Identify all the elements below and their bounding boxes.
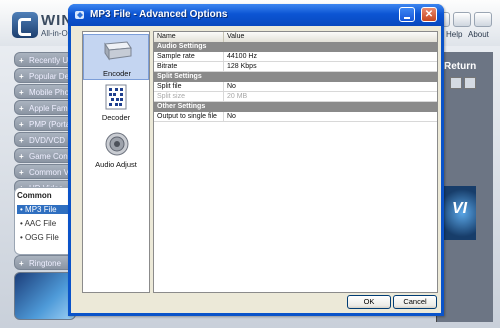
sidebar-item-common-video[interactable]: Common V — [14, 164, 74, 179]
category-panel: Encoder Decoder Audio Adjust — [82, 31, 150, 293]
cancel-button[interactable]: Cancel — [393, 295, 437, 309]
category-audio-settings: Audio Settings — [154, 42, 437, 52]
sidebar-item-dvd-vcd[interactable]: DVD/VCD — [14, 132, 74, 147]
nav-label-encoder: Encoder — [103, 69, 131, 78]
property-value[interactable]: No — [227, 83, 236, 90]
dialog-titlebar[interactable]: MP3 File - Advanced Options ✕ — [68, 4, 444, 26]
category-label: Other Settings — [157, 103, 206, 110]
preview-button-1[interactable] — [450, 77, 462, 89]
nav-label-audio-adjust: Audio Adjust — [95, 160, 137, 169]
advanced-options-dialog: MP3 File - Advanced Options ✕ Encoder De… — [68, 4, 444, 316]
property-value[interactable]: 128 Kbps — [227, 63, 257, 70]
preview-button-2[interactable] — [464, 77, 476, 89]
bg-maximize-icon[interactable] — [453, 12, 471, 27]
property-name: Bitrate — [157, 63, 178, 70]
sidebar-item-aac-file[interactable]: • AAC File — [20, 219, 56, 228]
profile-sidebar: Recently U Popular De Mobile Pho Apple F… — [14, 50, 78, 322]
property-value[interactable]: 44100 Hz — [227, 53, 257, 60]
property-name: Output to single file — [157, 113, 217, 120]
property-grid: Name Value Audio Settings Sample rate 44… — [153, 31, 438, 293]
property-row-sample-rate[interactable]: Sample rate 44100 Hz — [154, 52, 437, 62]
sidebar-item-ogg-file[interactable]: • OGG File — [20, 233, 59, 242]
dialog-body: Encoder Decoder Audio Adjust Name Value … — [71, 26, 441, 313]
sidebar-item-popular[interactable]: Popular De — [14, 68, 74, 83]
app-logo-icon — [12, 12, 38, 38]
category-other-settings: Other Settings — [154, 102, 437, 112]
sidebar-item-mobile-phone[interactable]: Mobile Pho — [14, 84, 74, 99]
binary-grid-icon — [105, 84, 127, 110]
ok-button[interactable]: OK — [347, 295, 391, 309]
minimize-icon[interactable] — [399, 7, 415, 22]
nav-item-encoder[interactable]: Encoder — [83, 34, 149, 80]
property-row-output-single-file[interactable]: Output to single file No — [154, 112, 437, 122]
dialog-title: MP3 File - Advanced Options — [90, 9, 228, 20]
hard-drive-icon — [104, 41, 132, 61]
category-split-settings: Split Settings — [154, 72, 437, 82]
property-name: Split file — [157, 83, 182, 90]
about-menu-link[interactable]: About — [468, 30, 489, 39]
sidebar-item-ringtone[interactable]: Ringtone — [14, 255, 74, 270]
property-row-bitrate[interactable]: Bitrate 128 Kbps — [154, 62, 437, 72]
property-row-split-file[interactable]: Split file No — [154, 82, 437, 92]
sidebar-group-title[interactable]: Common — [17, 191, 52, 200]
sidebar-item-recently-used[interactable]: Recently U — [14, 52, 74, 67]
sidebar-item-game-console[interactable]: Game Con — [14, 148, 74, 163]
app-icon — [75, 11, 84, 19]
category-label: Audio Settings — [157, 43, 207, 50]
preview-graphic-text: VI — [452, 200, 468, 217]
bg-close-icon[interactable] — [474, 12, 492, 27]
nav-label-decoder: Decoder — [101, 113, 131, 122]
help-menu-link[interactable]: Help — [446, 30, 462, 39]
background-app-subtitle: All-in-O — [41, 29, 68, 38]
promo-image — [14, 272, 76, 320]
sidebar-item-pmp[interactable]: PMP (Porta — [14, 116, 74, 131]
speaker-icon — [105, 132, 129, 156]
column-header-value[interactable]: Value — [227, 33, 244, 40]
column-header-name[interactable]: Name — [157, 33, 176, 40]
category-label: Split Settings — [157, 73, 202, 80]
nav-item-audio-adjust[interactable]: Audio Adjust — [83, 129, 149, 175]
property-row-split-size: Split size 20 MB — [154, 92, 437, 102]
sidebar-item-apple[interactable]: Apple Fami — [14, 100, 74, 115]
property-value: 20 MB — [227, 93, 248, 100]
property-name: Split size — [157, 93, 186, 100]
property-name: Sample rate — [157, 53, 195, 60]
property-value[interactable]: No — [227, 113, 236, 120]
close-icon[interactable]: ✕ — [421, 7, 437, 22]
nav-item-decoder[interactable]: Decoder — [83, 81, 149, 127]
return-label[interactable]: Return — [444, 61, 476, 72]
